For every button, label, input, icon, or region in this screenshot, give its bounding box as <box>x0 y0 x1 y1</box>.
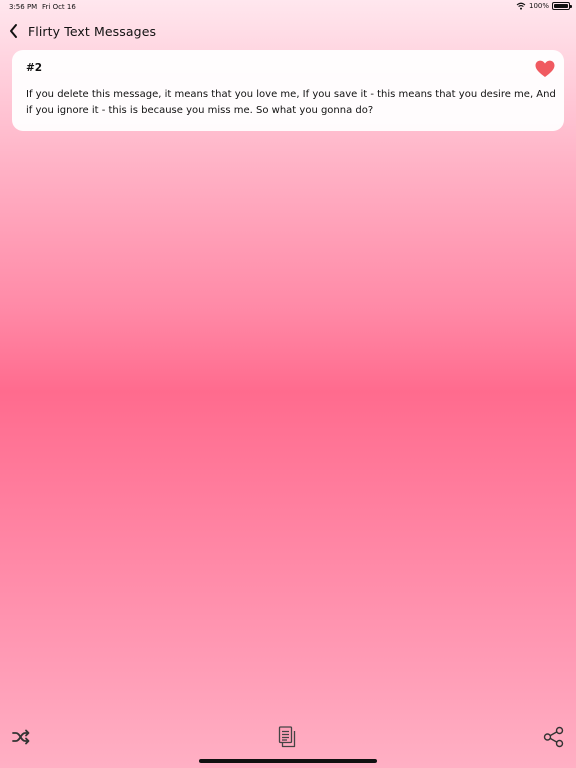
page-title: Flirty Text Messages <box>28 24 157 39</box>
share-button[interactable] <box>543 726 565 748</box>
copy-button[interactable] <box>278 725 298 749</box>
nav-bar: Flirty Text Messages <box>0 18 576 46</box>
back-button[interactable] <box>6 22 24 42</box>
status-date: Fri Oct 16 <box>42 3 76 11</box>
favorite-button[interactable] <box>535 60 555 78</box>
battery-percent: 100% <box>528 2 549 10</box>
wifi-icon <box>516 2 526 10</box>
heart-icon <box>535 60 555 77</box>
chevron-left-icon <box>10 24 17 38</box>
battery-level <box>554 4 568 8</box>
battery-icon <box>552 2 572 10</box>
shuffle-icon <box>12 729 30 745</box>
bottom-toolbar <box>0 718 576 768</box>
home-indicator <box>199 759 377 763</box>
status-indicators: 100% <box>516 2 572 10</box>
status-time: 3:56 PM <box>9 3 38 11</box>
message-text: If you delete this message, it means tha… <box>26 89 556 116</box>
copy-icon <box>278 726 296 748</box>
status-bar: 3:56 PM Fri Oct 16 100% <box>0 0 576 14</box>
share-icon <box>543 726 564 748</box>
message-card[interactable]: #2 If you delete this message, it means … <box>12 50 564 131</box>
shuffle-button[interactable] <box>11 727 31 747</box>
message-number: #2 <box>26 62 43 74</box>
